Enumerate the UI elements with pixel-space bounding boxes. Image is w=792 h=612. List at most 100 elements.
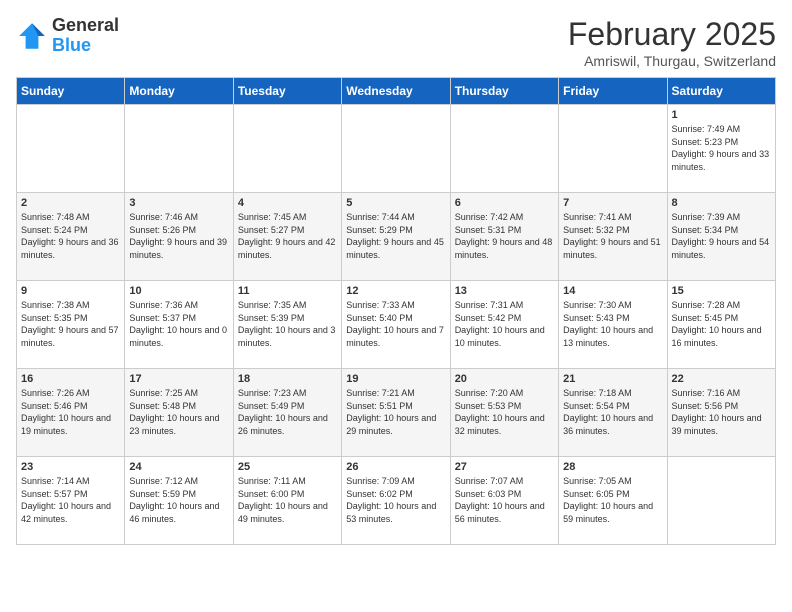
day-number: 3	[129, 197, 228, 209]
week-row-2: 2 Sunrise: 7:48 AM Sunset: 5:24 PM Daylig…	[17, 193, 776, 281]
day-info: Sunrise: 7:23 AM Sunset: 5:49 PM Dayligh…	[238, 387, 337, 437]
logo-blue-text: Blue	[52, 35, 91, 55]
week-row-4: 16 Sunrise: 7:26 AM Sunset: 5:46 PM Dayli…	[17, 369, 776, 457]
day-info: Sunrise: 7:48 AM Sunset: 5:24 PM Dayligh…	[21, 211, 120, 261]
col-header-tuesday: Tuesday	[233, 78, 341, 105]
day-cell	[342, 105, 450, 193]
day-cell: 2 Sunrise: 7:48 AM Sunset: 5:24 PM Daylig…	[17, 193, 125, 281]
day-info: Sunrise: 7:20 AM Sunset: 5:53 PM Dayligh…	[455, 387, 554, 437]
day-cell: 11Sunrise: 7:35 AM Sunset: 5:39 PM Dayli…	[233, 281, 341, 369]
day-number: 19	[346, 373, 445, 385]
day-cell: 4 Sunrise: 7:45 AM Sunset: 5:27 PM Daylig…	[233, 193, 341, 281]
day-cell: 13 Sunrise: 7:31 AM Sunset: 5:42 PM Dayli…	[450, 281, 558, 369]
day-number: 15	[672, 285, 771, 297]
day-info: Sunrise: 7:07 AM Sunset: 6:03 PM Dayligh…	[455, 475, 554, 525]
day-number: 17	[129, 373, 228, 385]
day-cell: 3 Sunrise: 7:46 AM Sunset: 5:26 PM Daylig…	[125, 193, 233, 281]
calendar-body: 1 Sunrise: 7:49 AM Sunset: 5:23 PM Daylig…	[17, 105, 776, 545]
day-number: 18	[238, 373, 337, 385]
day-info: Sunrise: 7:49 AM Sunset: 5:23 PM Dayligh…	[672, 123, 771, 173]
day-info: Sunrise: 7:31 AM Sunset: 5:42 PM Dayligh…	[455, 299, 554, 349]
day-info: Sunrise: 7:41 AM Sunset: 5:32 PM Dayligh…	[563, 211, 662, 261]
day-cell: 14 Sunrise: 7:30 AM Sunset: 5:43 PM Dayli…	[559, 281, 667, 369]
day-cell: 16 Sunrise: 7:26 AM Sunset: 5:46 PM Dayli…	[17, 369, 125, 457]
day-cell: 24Sunrise: 7:12 AM Sunset: 5:59 PM Dayli…	[125, 457, 233, 545]
day-number: 2	[21, 197, 120, 209]
day-info: Sunrise: 7:26 AM Sunset: 5:46 PM Dayligh…	[21, 387, 120, 437]
day-number: 23	[21, 461, 120, 473]
calendar-table: SundayMondayTuesdayWednesdayThursdayFrid…	[16, 77, 776, 545]
day-info: Sunrise: 7:21 AM Sunset: 5:51 PM Dayligh…	[346, 387, 445, 437]
day-number: 26	[346, 461, 445, 473]
day-cell: 12Sunrise: 7:33 AM Sunset: 5:40 PM Dayli…	[342, 281, 450, 369]
day-cell: 18 Sunrise: 7:23 AM Sunset: 5:49 PM Dayli…	[233, 369, 341, 457]
day-number: 7	[563, 197, 662, 209]
day-info: Sunrise: 7:36 AM Sunset: 5:37 PM Dayligh…	[129, 299, 228, 349]
day-info: Sunrise: 7:28 AM Sunset: 5:45 PM Dayligh…	[672, 299, 771, 349]
day-number: 9	[21, 285, 120, 297]
calendar-header-row: SundayMondayTuesdayWednesdayThursdayFrid…	[17, 78, 776, 105]
logo-general-text: General	[52, 15, 119, 35]
day-cell: 28 Sunrise: 7:05 AM Sunset: 6:05 PM Dayli…	[559, 457, 667, 545]
day-cell	[450, 105, 558, 193]
day-number: 5	[346, 197, 445, 209]
day-info: Sunrise: 7:46 AM Sunset: 5:26 PM Dayligh…	[129, 211, 228, 261]
day-cell: 5 Sunrise: 7:44 AM Sunset: 5:29 PM Daylig…	[342, 193, 450, 281]
day-cell	[17, 105, 125, 193]
title-block: February 2025 Amriswil, Thurgau, Switzer…	[568, 16, 776, 69]
day-number: 10	[129, 285, 228, 297]
day-number: 6	[455, 197, 554, 209]
day-info: Sunrise: 7:33 AM Sunset: 5:40 PM Dayligh…	[346, 299, 445, 349]
day-cell	[125, 105, 233, 193]
logo-icon	[16, 20, 48, 52]
day-info: Sunrise: 7:05 AM Sunset: 6:05 PM Dayligh…	[563, 475, 662, 525]
day-info: Sunrise: 7:45 AM Sunset: 5:27 PM Dayligh…	[238, 211, 337, 261]
day-number: 28	[563, 461, 662, 473]
day-info: Sunrise: 7:38 AM Sunset: 5:35 PM Dayligh…	[21, 299, 120, 349]
day-cell	[667, 457, 775, 545]
day-cell: 7 Sunrise: 7:41 AM Sunset: 5:32 PM Daylig…	[559, 193, 667, 281]
col-header-saturday: Saturday	[667, 78, 775, 105]
day-cell: 21Sunrise: 7:18 AM Sunset: 5:54 PM Dayli…	[559, 369, 667, 457]
page-header: General Blue February 2025 Amriswil, Thu…	[16, 16, 776, 69]
day-cell: 27 Sunrise: 7:07 AM Sunset: 6:03 PM Dayli…	[450, 457, 558, 545]
day-cell	[559, 105, 667, 193]
day-cell: 17Sunrise: 7:25 AM Sunset: 5:48 PM Dayli…	[125, 369, 233, 457]
day-cell: 15 Sunrise: 7:28 AM Sunset: 5:45 PM Dayli…	[667, 281, 775, 369]
day-number: 16	[21, 373, 120, 385]
logo: General Blue	[16, 16, 119, 56]
day-cell: 9 Sunrise: 7:38 AM Sunset: 5:35 PM Daylig…	[17, 281, 125, 369]
col-header-sunday: Sunday	[17, 78, 125, 105]
day-cell: 8 Sunrise: 7:39 AM Sunset: 5:34 PM Daylig…	[667, 193, 775, 281]
day-info: Sunrise: 7:35 AM Sunset: 5:39 PM Dayligh…	[238, 299, 337, 349]
day-cell: 23 Sunrise: 7:14 AM Sunset: 5:57 PM Dayli…	[17, 457, 125, 545]
week-row-3: 9 Sunrise: 7:38 AM Sunset: 5:35 PM Daylig…	[17, 281, 776, 369]
day-number: 8	[672, 197, 771, 209]
day-info: Sunrise: 7:16 AM Sunset: 5:56 PM Dayligh…	[672, 387, 771, 437]
day-number: 13	[455, 285, 554, 297]
day-cell: 19 Sunrise: 7:21 AM Sunset: 5:51 PM Dayli…	[342, 369, 450, 457]
day-info: Sunrise: 7:42 AM Sunset: 5:31 PM Dayligh…	[455, 211, 554, 261]
day-cell: 22Sunrise: 7:16 AM Sunset: 5:56 PM Dayli…	[667, 369, 775, 457]
day-info: Sunrise: 7:14 AM Sunset: 5:57 PM Dayligh…	[21, 475, 120, 525]
location-title: Amriswil, Thurgau, Switzerland	[568, 53, 776, 69]
month-title: February 2025	[568, 16, 776, 53]
day-info: Sunrise: 7:44 AM Sunset: 5:29 PM Dayligh…	[346, 211, 445, 261]
day-number: 14	[563, 285, 662, 297]
day-number: 1	[672, 109, 771, 121]
day-info: Sunrise: 7:30 AM Sunset: 5:43 PM Dayligh…	[563, 299, 662, 349]
day-number: 25	[238, 461, 337, 473]
day-cell: 25Sunrise: 7:11 AM Sunset: 6:00 PM Dayli…	[233, 457, 341, 545]
day-number: 24	[129, 461, 228, 473]
col-header-thursday: Thursday	[450, 78, 558, 105]
day-number: 21	[563, 373, 662, 385]
col-header-wednesday: Wednesday	[342, 78, 450, 105]
day-number: 4	[238, 197, 337, 209]
day-info: Sunrise: 7:39 AM Sunset: 5:34 PM Dayligh…	[672, 211, 771, 261]
week-row-1: 1 Sunrise: 7:49 AM Sunset: 5:23 PM Daylig…	[17, 105, 776, 193]
day-cell: 1 Sunrise: 7:49 AM Sunset: 5:23 PM Daylig…	[667, 105, 775, 193]
day-cell: 6 Sunrise: 7:42 AM Sunset: 5:31 PM Daylig…	[450, 193, 558, 281]
day-number: 27	[455, 461, 554, 473]
day-info: Sunrise: 7:09 AM Sunset: 6:02 PM Dayligh…	[346, 475, 445, 525]
col-header-monday: Monday	[125, 78, 233, 105]
